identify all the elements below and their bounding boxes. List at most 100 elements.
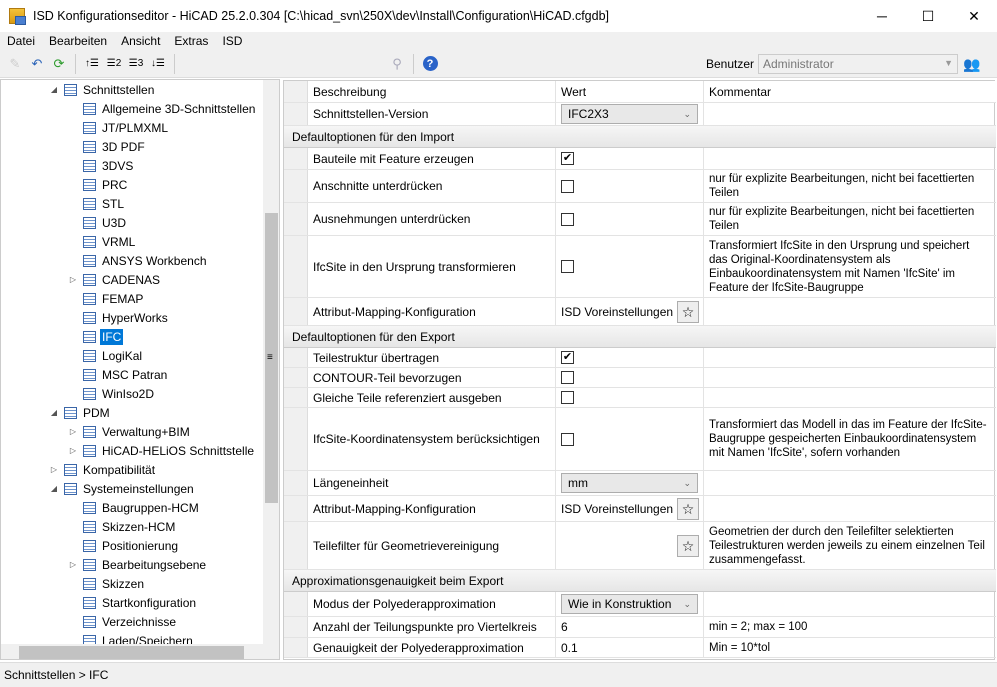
row-value[interactable]: ✔: [556, 148, 704, 169]
tree-item[interactable]: Baugruppen-HCM: [67, 498, 201, 517]
splitter-grip-icon[interactable]: ≡: [267, 352, 273, 363]
group-header[interactable]: Defaultoptionen für den Export: [284, 326, 996, 348]
value-dropdown[interactable]: IFC2X3 ⌄: [561, 104, 698, 124]
collapsed-arrow-icon[interactable]: ▷: [67, 275, 79, 284]
table-row[interactable]: Teilefilter für Geometrievereinigung ☆ Geo…: [284, 522, 996, 570]
tree-item[interactable]: ANSYS Workbench: [67, 251, 209, 270]
checkbox[interactable]: [561, 179, 574, 193]
minimize-button[interactable]: ─: [859, 0, 905, 32]
checkbox[interactable]: ✔: [561, 351, 574, 364]
tree-item[interactable]: Skizzen-HCM: [67, 517, 177, 536]
row-value[interactable]: [556, 368, 704, 387]
row-value[interactable]: ISD Voreinstellungen ☆: [556, 496, 704, 521]
tree-item[interactable]: 3D PDF: [67, 137, 147, 156]
menu-ansicht[interactable]: Ansicht: [114, 32, 167, 50]
table-row[interactable]: Modus der Polyederapproximation Wie in Ko…: [284, 592, 996, 617]
expanded-arrow-icon[interactable]: ◢: [48, 484, 60, 493]
table-row[interactable]: IfcSite in den Ursprung transformieren Tr…: [284, 236, 996, 298]
tree-item[interactable]: JT/PLMXML: [67, 118, 170, 137]
table-row[interactable]: IfcSite-Koordinatensystem berücksichtige…: [284, 408, 996, 471]
row-value[interactable]: [556, 236, 704, 297]
menu-bearbeiten[interactable]: Bearbeiten: [42, 32, 114, 50]
collapsed-arrow-icon[interactable]: ▷: [67, 427, 79, 436]
tree-item[interactable]: Allgemeine 3D-Schnittstellen: [67, 99, 257, 118]
row-value[interactable]: mm ⌄: [556, 471, 704, 495]
checkbox[interactable]: [561, 391, 574, 404]
close-button[interactable]: ✕: [951, 0, 997, 32]
tree-item[interactable]: PRC: [67, 175, 129, 194]
table-row[interactable]: CONTOUR-Teil bevorzugen: [284, 368, 996, 388]
help-icon[interactable]: ?: [419, 53, 441, 75]
collapse-all-icon[interactable]: ↓☰: [147, 53, 169, 75]
group-header[interactable]: Approximationsgenauigkeit beim Export: [284, 570, 996, 592]
expanded-arrow-icon[interactable]: ◢: [48, 85, 60, 94]
tree-item[interactable]: Positionierung: [67, 536, 180, 555]
table-row[interactable]: Anschnitte unterdrücken nur für explizite…: [284, 170, 996, 203]
collapsed-arrow-icon[interactable]: ▷: [67, 446, 79, 455]
checkbox[interactable]: ✔: [561, 152, 574, 165]
pencil-icon[interactable]: ✎: [4, 53, 26, 75]
checkbox[interactable]: [561, 260, 574, 273]
tree-item[interactable]: VRML: [67, 232, 137, 251]
menu-datei[interactable]: Datei: [0, 32, 42, 50]
header-wert[interactable]: Wert: [556, 81, 704, 102]
star-icon[interactable]: ☆: [677, 300, 699, 323]
value-dropdown[interactable]: mm ⌄: [561, 473, 698, 493]
collapsed-arrow-icon[interactable]: ▷: [48, 465, 60, 474]
level-2-icon[interactable]: ☰2: [103, 53, 125, 75]
undo-icon[interactable]: ↶: [26, 53, 48, 75]
tree-item[interactable]: LogiKal: [67, 346, 144, 365]
table-row[interactable]: Längeneinheit mm ⌄: [284, 471, 996, 496]
tree-horizontal-scrollbar[interactable]: [1, 644, 279, 659]
table-row[interactable]: Gleiche Teile referenziert ausgeben: [284, 388, 996, 408]
expand-level-1-icon[interactable]: ↑☰: [81, 53, 103, 75]
row-value[interactable]: [556, 170, 704, 202]
row-value[interactable]: Wie in Konstruktion ⌄: [556, 592, 704, 616]
tree-item[interactable]: 3DVS: [67, 156, 135, 175]
maximize-button[interactable]: ☐: [905, 0, 951, 32]
menu-extras[interactable]: Extras: [167, 32, 215, 50]
binoculars-icon[interactable]: ⚲: [386, 53, 408, 75]
table-row[interactable]: Teilestruktur übertragen ✔: [284, 348, 996, 368]
checkbox[interactable]: [561, 432, 574, 446]
row-value[interactable]: ☆: [556, 522, 704, 569]
tree-item[interactable]: WinIso2D: [67, 384, 156, 403]
header-beschreibung[interactable]: Beschreibung: [308, 81, 556, 102]
checkbox[interactable]: [561, 371, 574, 384]
table-row[interactable]: Schnittstellen-Version IFC2X3 ⌄: [284, 103, 996, 126]
checkbox[interactable]: [561, 212, 574, 226]
tree-item[interactable]: MSC Patran: [67, 365, 169, 384]
level-3-icon[interactable]: ☰3: [125, 53, 147, 75]
tree-item[interactable]: STL: [67, 194, 126, 213]
tree-item[interactable]: ▷ Bearbeitungsebene: [67, 555, 208, 574]
group-header[interactable]: Defaultoptionen für den Import: [284, 126, 996, 148]
refresh-icon[interactable]: ⟳: [48, 53, 70, 75]
header-kommentar[interactable]: Kommentar: [704, 81, 996, 102]
tree-item[interactable]: FEMAP: [67, 289, 145, 308]
row-value[interactable]: IFC2X3 ⌄: [556, 103, 704, 125]
value-input[interactable]: 6: [561, 620, 568, 634]
tree-item[interactable]: ◢ Systemeinstellungen: [48, 479, 196, 498]
value-input[interactable]: 0.1: [561, 641, 578, 655]
value-dropdown[interactable]: Wie in Konstruktion ⌄: [561, 594, 698, 614]
table-row[interactable]: Genauigkeit der Polyederapproximation 0.1…: [284, 638, 996, 658]
tree-item[interactable]: ▷ Verwaltung+BIM: [67, 422, 192, 441]
tree-item[interactable]: U3D: [67, 213, 128, 232]
tree-item[interactable]: ◢ Schnittstellen: [48, 80, 156, 99]
tree-item[interactable]: Verzeichnisse: [67, 612, 178, 631]
tree-item[interactable]: Startkonfiguration: [67, 593, 198, 612]
tree-item[interactable]: ◢ PDM: [48, 403, 112, 422]
star-icon[interactable]: ☆: [677, 497, 699, 520]
users-icon[interactable]: 👥: [963, 56, 980, 73]
row-value[interactable]: ✔: [556, 348, 704, 367]
tree-item[interactable]: ▷ CADENAS: [67, 270, 162, 289]
tree-item[interactable]: IFC: [67, 327, 124, 346]
table-row[interactable]: Anzahl der Teilungspunkte pro Viertelkre…: [284, 617, 996, 638]
table-row[interactable]: Attribut-Mapping-Konfiguration ISD Vorein…: [284, 496, 996, 522]
expanded-arrow-icon[interactable]: ◢: [48, 408, 60, 417]
row-value[interactable]: ISD Voreinstellungen ☆: [556, 298, 704, 325]
tree-item[interactable]: Skizzen: [67, 574, 146, 593]
tree-item[interactable]: ▷ HiCAD-HELiOS Schnittstelle: [67, 441, 256, 460]
tree-item[interactable]: HyperWorks: [67, 308, 170, 327]
row-value[interactable]: 0.1: [556, 638, 704, 657]
